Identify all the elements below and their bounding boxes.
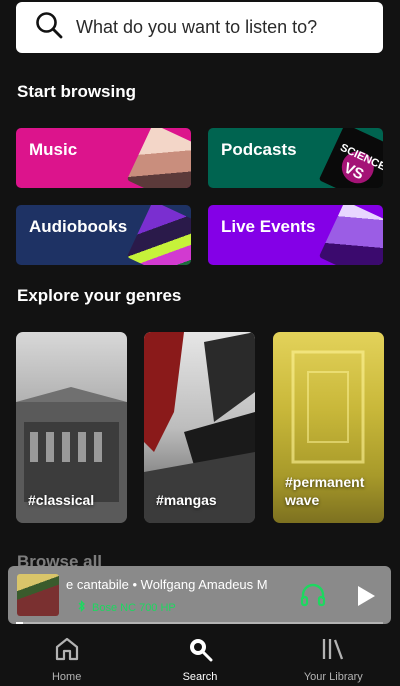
nav-label: Home — [51, 671, 82, 683]
genre-card-classical[interactable]: #classical — [16, 332, 127, 523]
nav-item-search[interactable]: Search — [133, 628, 266, 686]
home-icon — [54, 636, 80, 667]
bottom-nav: Home Search Your Library — [0, 628, 400, 686]
genre-label: #permanent wave — [285, 474, 365, 508]
browse-card-label: Live Events — [221, 217, 316, 236]
genre-label: #classical — [28, 492, 95, 508]
browse-card-podcasts[interactable]: Podcasts SCIENCE VS — [208, 128, 383, 188]
headphones-icon[interactable] — [300, 583, 326, 612]
search-input[interactable] — [76, 17, 383, 38]
browse-card-label: Podcasts — [221, 140, 297, 159]
search-bar[interactable] — [16, 2, 383, 53]
audiobooks-artwork — [126, 205, 191, 265]
genre-card-mangas[interactable]: #mangas — [144, 332, 255, 523]
nav-item-home[interactable]: Home — [0, 628, 133, 686]
browse-card-label: Music — [29, 140, 78, 159]
play-icon[interactable] — [356, 585, 376, 612]
browse-card-live-events[interactable]: Live Events — [208, 205, 383, 265]
nav-label: Search — [182, 671, 218, 683]
explore-genres-heading: Explore your genres — [17, 286, 182, 305]
start-browsing-heading: Start browsing — [17, 82, 137, 101]
album-cover — [17, 574, 59, 616]
playback-progress — [16, 622, 383, 624]
music-artwork — [126, 128, 191, 188]
browse-card-label: Audiobooks — [29, 217, 128, 236]
device-name: Bose NC 700 HP — [92, 601, 176, 614]
nav-item-library[interactable]: Your Library — [267, 628, 400, 686]
bluetooth-icon — [78, 599, 86, 615]
library-icon — [320, 636, 346, 667]
live-events-artwork — [318, 205, 383, 265]
genre-label: #mangas — [156, 492, 217, 508]
browse-card-music[interactable]: Music — [16, 128, 191, 188]
search-icon — [187, 636, 213, 667]
podcasts-artwork: SCIENCE VS — [318, 128, 383, 188]
connected-device[interactable]: Bose NC 700 HP — [78, 599, 176, 615]
now-playing-title: e cantabile • Wolfgang Amadeus M — [66, 577, 268, 592]
nav-label: Your Library — [303, 671, 363, 683]
search-icon — [34, 10, 64, 45]
mini-player[interactable]: e cantabile • Wolfgang Amadeus M Bose NC… — [8, 566, 391, 624]
browse-card-audiobooks[interactable]: Audiobooks — [16, 205, 191, 265]
genre-card-permanent-wave[interactable]: #permanent wave — [273, 332, 384, 523]
